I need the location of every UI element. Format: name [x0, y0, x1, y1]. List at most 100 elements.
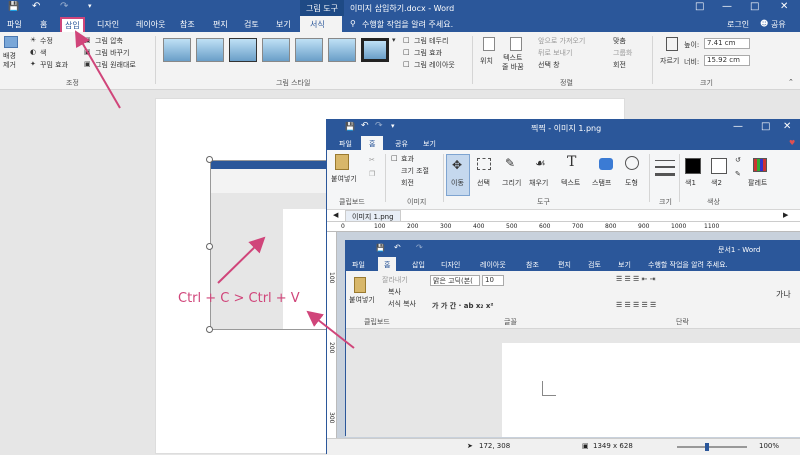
cut-icon[interactable]: ✂ [369, 156, 375, 164]
wrap-text-button[interactable]: 텍스트 줄 바꿈 [502, 54, 524, 72]
tab-layout[interactable]: 레이아웃 [136, 19, 165, 30]
tab-home[interactable]: 홈 [361, 136, 384, 150]
compress-icon: ▣ [84, 36, 91, 44]
ribbon-display-icon[interactable]: □ [695, 1, 704, 12]
picture-style-1[interactable] [163, 38, 191, 62]
scroll-left-icon[interactable]: ◀ [333, 211, 338, 219]
width-input[interactable]: 15.92 cm [704, 55, 750, 66]
reset-picture-button[interactable]: 그림 원래대로 [95, 60, 136, 70]
redo-icon[interactable]: ↷ [375, 121, 383, 131]
paste-button[interactable]: 붙여넣기 [331, 174, 357, 184]
picture-style-5[interactable] [295, 38, 323, 62]
styles-more-icon[interactable]: ▾ [392, 36, 396, 44]
picture-style-4[interactable] [262, 38, 290, 62]
resize-handle[interactable] [206, 326, 213, 333]
tab-references[interactable]: 참조 [180, 19, 195, 30]
undo-icon[interactable]: ↶ [32, 1, 40, 12]
bring-forward-button[interactable]: 앞으로 가져오기 [538, 36, 585, 46]
tab-format[interactable]: 서식 [300, 16, 342, 32]
shape-button[interactable]: 도형 [625, 178, 638, 188]
color2-swatch[interactable] [711, 158, 727, 174]
select-button[interactable]: 선택 [477, 178, 490, 188]
picture-style-7[interactable] [361, 38, 389, 62]
annotation-text: Ctrl + C > Ctrl + V [178, 291, 300, 306]
rotate-button[interactable]: 회전 [613, 60, 626, 70]
save-icon[interactable]: 💾 [8, 2, 19, 12]
resize-handle[interactable] [206, 243, 213, 250]
resize-handle[interactable] [206, 156, 213, 163]
maximize-icon[interactable]: □ [750, 1, 759, 12]
change-picture-button[interactable]: 그림 바꾸기 [95, 48, 129, 58]
group-button[interactable]: 그룹화 [613, 48, 632, 58]
text-button[interactable]: 텍스트 [561, 178, 580, 188]
tab-file[interactable]: 파일 [7, 19, 22, 30]
selection-pane-button[interactable]: 선택 창 [538, 60, 560, 70]
color2-button[interactable]: 색2 [711, 178, 722, 188]
close-icon[interactable]: ✕ [783, 121, 791, 132]
collapse-ribbon-icon[interactable]: ⌃ [788, 78, 794, 86]
effects-button[interactable]: 효과 [401, 154, 414, 164]
move-button[interactable]: 이동 [451, 178, 464, 188]
picture-style-2[interactable] [196, 38, 224, 62]
paste-icon [354, 277, 366, 293]
tab-review[interactable]: 검토 [244, 19, 259, 30]
picture-effects-button[interactable]: 그림 효과 [414, 48, 442, 58]
zoom-slider[interactable] [677, 446, 747, 448]
crop-button[interactable]: 자르기 [660, 56, 679, 66]
save-icon[interactable]: 💾 [345, 122, 355, 131]
minimize-icon[interactable]: — [722, 1, 732, 12]
zoom-level: 100% [759, 442, 780, 450]
select-icon[interactable]: □ [391, 154, 398, 162]
picture-style-3[interactable] [229, 38, 257, 62]
align-button[interactable]: 맞춤 [613, 36, 626, 46]
file-tab[interactable]: 이미지 1.png [345, 210, 401, 222]
share-button[interactable]: 공유 [771, 19, 786, 30]
eyedropper-icon[interactable]: ✎ [735, 170, 741, 178]
close-icon[interactable]: ✕ [780, 1, 788, 12]
save-icon: 💾 [376, 244, 385, 252]
tab-view[interactable]: 보기 [423, 139, 436, 149]
color-button[interactable]: 색 [40, 48, 46, 58]
resize-button[interactable]: 크기 조절 [401, 166, 429, 176]
undo-icon[interactable]: ↶ [361, 121, 369, 131]
fill-button[interactable]: 채우기 [529, 178, 548, 188]
copy-icon[interactable]: ❐ [369, 170, 375, 178]
redo-icon[interactable]: ↷ [60, 1, 68, 12]
compress-pictures-button[interactable]: 그림 압축 [95, 36, 123, 46]
picture-layout-button[interactable]: 그림 레이아웃 [414, 60, 455, 70]
palette-button[interactable]: 팔레트 [748, 178, 767, 188]
tab-file[interactable]: 파일 [339, 139, 352, 149]
swap-colors-icon[interactable]: ↺ [735, 156, 741, 164]
pasted-image[interactable]: 💾 ↶ ↷ 문서1 - Word 파일 홈 삽입 디자인 레이아웃 참조 편지 … [345, 240, 800, 437]
tab-share[interactable]: 공유 [395, 139, 408, 149]
tab-view[interactable]: 보기 [276, 19, 291, 30]
customize-qat-icon[interactable]: ▾ [88, 2, 92, 10]
minimize-icon[interactable]: — [733, 121, 743, 132]
artistic-effects-button[interactable]: 꾸밈 효과 [40, 60, 68, 70]
paste-icon [335, 154, 349, 170]
customize-qat-icon[interactable]: ▾ [391, 122, 395, 130]
size-icon[interactable] [655, 160, 675, 161]
tab-mailings[interactable]: 편지 [213, 19, 228, 30]
height-input[interactable]: 7.41 cm [704, 38, 750, 49]
login-link[interactable]: 로그인 [727, 19, 749, 30]
send-backward-button[interactable]: 뒤로 보내기 [538, 48, 572, 58]
stamp-button[interactable]: 스탬프 [592, 178, 611, 188]
corrections-button[interactable]: 수정 [40, 36, 53, 46]
draw-button[interactable]: 그리기 [502, 178, 521, 188]
tell-me-input[interactable]: 수행할 작업을 알려 주세요. [362, 19, 453, 30]
font-name-input: 맑은 고딕(본( [430, 275, 480, 286]
color1-button[interactable]: 색1 [685, 178, 696, 188]
artistic-effects-icon: ✦ [30, 60, 36, 68]
rotate-button[interactable]: 회전 [401, 178, 414, 188]
color1-swatch[interactable] [685, 158, 701, 174]
picture-style-6[interactable] [328, 38, 356, 62]
position-button[interactable]: 위치 [480, 56, 493, 66]
picture-border-button[interactable]: 그림 테두리 [414, 36, 448, 46]
tab-home[interactable]: 홈 [40, 19, 47, 30]
maximize-icon[interactable]: □ [761, 121, 770, 132]
scroll-right-icon[interactable]: ▶ [783, 211, 788, 219]
remove-background-button[interactable]: 배경 제거 [3, 52, 16, 70]
tab-design[interactable]: 디자인 [97, 19, 119, 30]
zoom-thumb[interactable] [705, 443, 709, 451]
